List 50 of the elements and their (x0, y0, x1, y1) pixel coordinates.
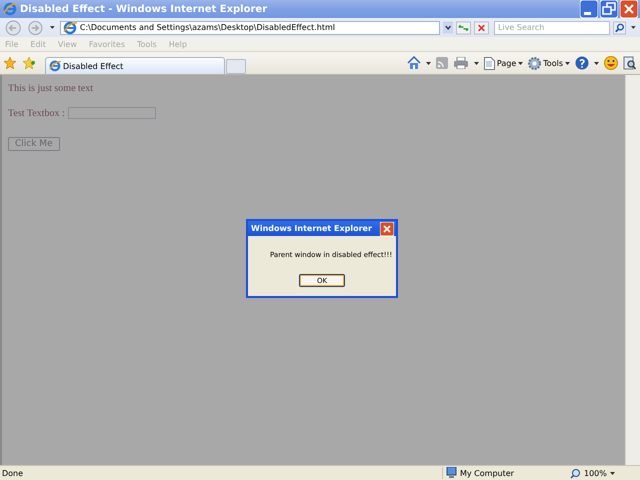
close-button[interactable] (380, 222, 394, 236)
address-field[interactable]: C:\Documents and Settings\azams\Desktop\DisabledEffect.html (60, 20, 440, 34)
menu-item[interactable]: Tools (137, 40, 157, 48)
search-field[interactable]: Live Search (494, 20, 610, 34)
zoom-control[interactable]: 100% (566, 468, 640, 478)
search-icon[interactable] (613, 20, 626, 34)
close-button[interactable] (620, 0, 638, 18)
tools-menu-button[interactable]: Tools (528, 56, 570, 70)
textbox-label: Test Textbox : (8, 108, 65, 118)
click-me-button[interactable]: Click Me (8, 137, 60, 151)
menu-item[interactable]: Help (168, 40, 187, 48)
scrollbar[interactable] (625, 75, 640, 465)
ie-logo-icon (3, 2, 17, 16)
caret-icon[interactable] (474, 62, 479, 64)
stop-button[interactable] (474, 20, 490, 34)
menu-item[interactable]: Edit (30, 40, 46, 48)
gear-icon (528, 56, 542, 70)
zone-text: My Computer (460, 468, 514, 478)
dropdown-button[interactable] (442, 21, 454, 34)
window-title: Disabled Effect - Windows Internet Explorer (20, 4, 268, 14)
page-text: This is just some text (8, 83, 94, 94)
caret-icon (565, 62, 570, 64)
menu-item[interactable]: Favorites (88, 40, 126, 48)
text-input[interactable] (68, 107, 156, 119)
zoom-icon (570, 468, 581, 478)
home-icon[interactable] (406, 56, 421, 70)
computer-icon (446, 467, 457, 479)
add-favorite-icon[interactable] (23, 57, 35, 69)
caret-icon (610, 472, 615, 474)
star-icon[interactable] (4, 57, 16, 69)
browser-tab[interactable]: Disabled Effect (45, 57, 225, 74)
ie-page-icon (49, 60, 61, 72)
smiley-icon[interactable] (604, 56, 618, 70)
menu-item[interactable]: File (5, 40, 18, 48)
caret-icon (518, 62, 524, 64)
status-text: Done (1, 468, 24, 478)
page-icon (484, 56, 495, 70)
help-icon[interactable] (575, 56, 589, 70)
restore-button[interactable] (600, 0, 618, 18)
caret-icon[interactable] (594, 62, 599, 64)
ie-page-icon (62, 20, 77, 34)
research-icon[interactable] (623, 56, 636, 70)
printer-icon[interactable] (452, 57, 469, 69)
menu-item[interactable]: View (58, 40, 77, 48)
search-caret-icon[interactable] (631, 26, 636, 29)
dialog-title: Windows Internet Explorer (251, 224, 372, 233)
page-menu-button[interactable]: Page (484, 56, 524, 70)
history-caret-icon[interactable] (50, 26, 55, 29)
caret-icon[interactable] (426, 62, 431, 64)
minimize-button[interactable] (580, 0, 598, 18)
